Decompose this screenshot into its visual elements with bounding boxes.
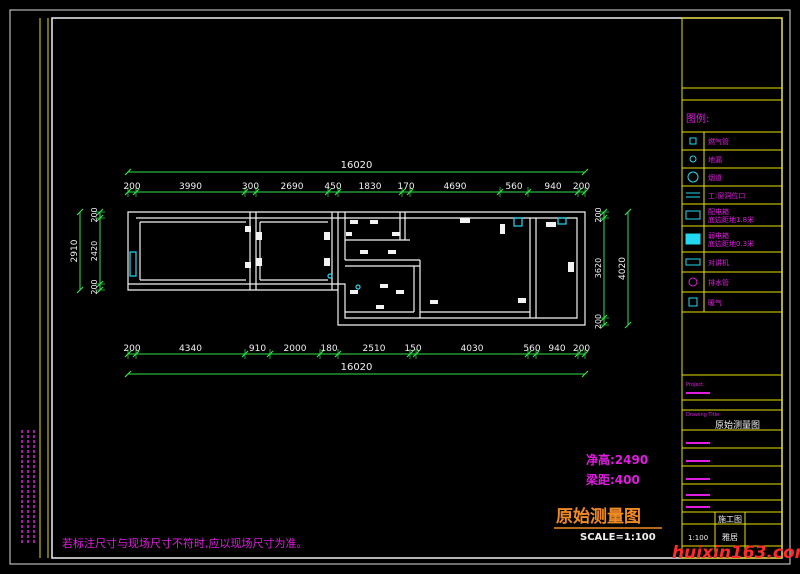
titleblock-drawing-label: Drawing Title:	[686, 412, 721, 418]
titleblock-brand: 雅居	[722, 532, 738, 542]
exhaust-icon	[687, 171, 699, 183]
top-dimension-label: 940	[544, 182, 561, 192]
floor-drain-icon	[689, 155, 697, 163]
top-dimension-label: 4690	[444, 182, 467, 192]
titleblock-scale: 1:100	[688, 534, 708, 542]
outer-border	[9, 9, 791, 565]
titleblock-project-label: Project:	[686, 382, 705, 388]
socket-icon	[686, 192, 700, 198]
drawing-scale: SCALE=1:100	[580, 532, 656, 543]
footnote: 若标注尺寸与现场尺寸不符时,应以现场尺寸为准。	[62, 536, 308, 550]
top-dimension-label: 1830	[359, 182, 382, 192]
top-dimension-label: 200	[573, 182, 590, 192]
right-dimension-label: 200	[594, 314, 603, 329]
bottom-dimension-label: 940	[548, 344, 565, 354]
legend-label: 暖气	[708, 298, 722, 307]
bottom-dimension-label: 4340	[179, 344, 202, 354]
weak-box-icon	[685, 233, 701, 245]
bottom-dimension-label: 2510	[363, 344, 386, 354]
titleblock-phase: 施工图	[718, 514, 742, 524]
legend-label: 弱电箱	[708, 231, 729, 240]
bottom-dimension-label: 4030	[461, 344, 484, 354]
watermark: huixin163.com	[672, 543, 800, 563]
left-dimension-label: 200	[90, 207, 99, 222]
legend-label: 底边距地1.8米	[708, 215, 754, 224]
top-dimension-label: 3990	[179, 182, 202, 192]
left-margin-notes	[21, 430, 35, 545]
legend-list: 燃气管地漏烟道工:窗洞位口配电箱底边距地1.8米弱电箱底边距地0.3米对讲机排水…	[685, 137, 754, 307]
electric-box-icon	[685, 210, 701, 220]
top-dimension-label: 200	[123, 182, 140, 192]
gas-pipe-icon	[689, 137, 697, 145]
beam-distance-note: 梁距:400	[585, 472, 640, 487]
drain-pipe-icon	[688, 277, 698, 287]
bottom-dimension-label: 180	[320, 344, 337, 354]
heating-icon	[688, 297, 698, 307]
right-dimension-label: 200	[594, 207, 603, 222]
left-total-dimension: 2910	[70, 239, 80, 262]
titleblock-drawing-title: 原始测量图	[715, 419, 760, 431]
drawing-title: 原始测量图	[556, 506, 641, 527]
right-dimension-label: 3620	[594, 258, 603, 278]
bottom-dimension-label: 200	[573, 344, 590, 354]
title-block	[681, 17, 783, 559]
legend-label: 地漏	[708, 155, 722, 164]
left-dimension-label: 200	[90, 279, 99, 294]
top-dimension-label: 300	[242, 182, 259, 192]
legend-label: 底边距地0.3米	[708, 239, 754, 248]
bottom-total-dimension: 16020	[341, 362, 373, 373]
right-total-dimension: 4020	[618, 257, 628, 280]
top-total-dimension: 16020	[341, 160, 373, 171]
bottom-dimension-label: 560	[523, 344, 540, 354]
legend-label: 工:窗洞位口	[708, 191, 745, 200]
left-dimension-label: 2420	[90, 241, 99, 261]
ceiling-height-note: 净高:2490	[586, 452, 648, 467]
legend-title: 图例:	[686, 112, 709, 125]
titleblock-fields	[686, 392, 710, 508]
legend-label: 烟道	[708, 173, 722, 182]
top-dimension-label: 170	[397, 182, 414, 192]
cad-drawing-canvas: 图例: 燃气管地漏烟道工:窗洞位口配电箱底边距地1.8米弱电箱底边距地0.3米对…	[9, 9, 800, 565]
bottom-dimension-label: 2000	[284, 344, 307, 354]
legend-label: 燃气管	[708, 137, 729, 146]
top-dimension-label: 2690	[281, 182, 304, 192]
legend-label: 对讲机	[708, 258, 729, 267]
bottom-dimension-label: 910	[249, 344, 266, 354]
legend-label: 排水管	[708, 278, 729, 287]
floor-plan	[127, 211, 586, 326]
bottom-dimension-label: 150	[404, 344, 421, 354]
bottom-dimension-label: 200	[123, 344, 140, 354]
dimension-lines: 200 3990 300 2690 450 1830 170 4690 560 940 200 160…	[70, 160, 632, 378]
top-dimension-label: 450	[324, 182, 341, 192]
intercom-icon	[685, 258, 701, 266]
wall-columns	[245, 218, 574, 309]
legend-label: 配电箱	[708, 207, 729, 216]
top-dimension-label: 560	[505, 182, 522, 192]
drawing-border	[51, 17, 783, 559]
